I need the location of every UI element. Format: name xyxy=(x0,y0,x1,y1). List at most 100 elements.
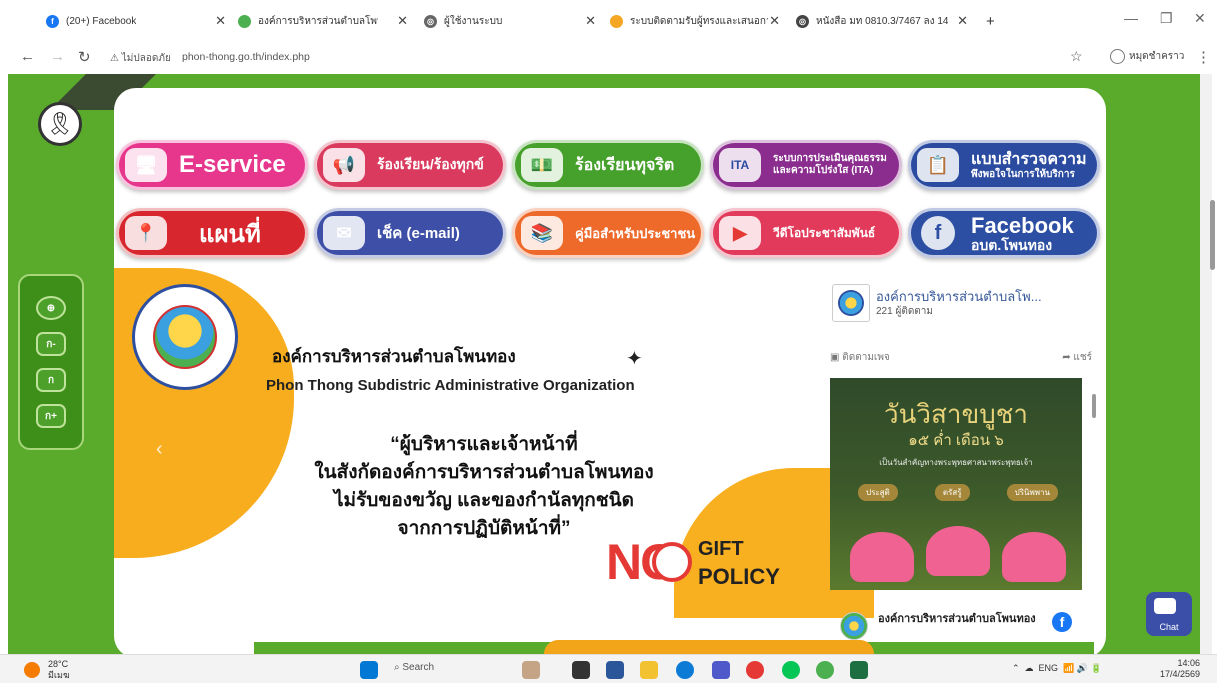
minimize-icon[interactable]: — xyxy=(1124,10,1138,26)
url-field[interactable]: phon-thong.go.th/index.php xyxy=(182,51,310,63)
back-icon[interactable]: ← xyxy=(20,48,35,65)
post-label: ประสูติ xyxy=(858,484,898,501)
start-icon[interactable] xyxy=(360,661,378,679)
temperature: 28°C xyxy=(48,659,69,669)
globe-icon: ◎ xyxy=(424,14,437,28)
button-label: ระบบการประเมินคุณธรรม และความโปร่งใส (IT… xyxy=(773,153,887,177)
button-label: Facebook อบต.โพนทอง xyxy=(971,213,1074,253)
tab-tracking[interactable]: ระบบติดตามรับผู้ทรงและเสนอการประเ ✕ xyxy=(610,8,780,34)
survey-button[interactable]: 📋 แบบสำรวจความ พึงพอใจในการให้บริการ xyxy=(908,140,1100,190)
email-button[interactable]: ✉ เช็ค (e-mail) xyxy=(314,208,506,258)
chat-button[interactable]: Chat xyxy=(1146,592,1192,636)
forward-icon[interactable]: → xyxy=(50,48,65,65)
fb-follow-label: ติดตามเพจ xyxy=(842,352,890,363)
clipboard-icon: 📋 xyxy=(917,148,959,182)
plus-icon: + xyxy=(986,12,995,30)
page-scrollbar-thumb[interactable] xyxy=(1210,200,1215,270)
fb-action-bar: ▣ ติดตามเพจ ➦ แชร์ xyxy=(830,350,1092,365)
lotus-illustration xyxy=(926,526,990,576)
line-icon[interactable] xyxy=(782,661,800,679)
close-icon[interactable]: ✕ xyxy=(585,13,596,29)
facebook-page-button[interactable]: f Facebook อบต.โพนทอง xyxy=(908,208,1100,258)
corruption-report-button[interactable]: 💵 ร้องเรียนทุจริต xyxy=(512,140,704,190)
lotus-illustration xyxy=(1002,532,1066,582)
task-view-icon[interactable] xyxy=(572,661,590,679)
menu-icon[interactable]: ⋮ xyxy=(1196,48,1211,66)
sparkle-icon: ✦ xyxy=(626,348,643,370)
new-tab-button[interactable]: + xyxy=(986,8,1000,34)
post-label: ตรัสรู้ xyxy=(934,484,970,501)
weather-widget[interactable]: 28°C มีเมฆ xyxy=(24,659,70,681)
page-scrollbar[interactable] xyxy=(1200,74,1212,654)
bookmark-star-icon[interactable]: ☆ xyxy=(1070,48,1083,65)
widget-icon[interactable] xyxy=(522,661,540,679)
excel-icon[interactable] xyxy=(850,661,868,679)
accessibility-widget: ⊕ ก- ก ก+ xyxy=(18,274,84,450)
button-label-line1: แบบสำรวจความ xyxy=(971,150,1087,168)
tab-document[interactable]: ◎ หนังสือ มท 0810.3/7467 ลง 14 ✕ xyxy=(796,8,968,34)
megaphone-icon: 📢 xyxy=(323,148,365,182)
org-name-thai: องค์การบริหารส่วนตำบลโพนทอง xyxy=(272,347,516,366)
button-label: ร้องเรียน/ร้องทุกข์ xyxy=(377,156,484,172)
fb-scrollbar[interactable] xyxy=(1090,378,1098,618)
page-thumbnail[interactable] xyxy=(832,284,870,322)
e-service-button[interactable]: 🖥 E-service xyxy=(116,140,308,190)
font-decrease-button[interactable]: ก- xyxy=(36,332,66,356)
fb-post-image[interactable]: วันวิสาขบูชา ๑๕ ค่ำ เดือน ๖ เป็นวันสำคัญ… xyxy=(830,378,1082,590)
teams-icon[interactable] xyxy=(712,661,730,679)
post-caption: เป็นวันสำคัญทางพระพุทธศาสนาพระพุทธเจ้า xyxy=(879,458,1033,467)
edge-icon[interactable] xyxy=(676,661,694,679)
fb-footer-name[interactable]: องค์การบริหารส่วนตำบลโพนทอง xyxy=(878,612,1038,627)
profile-button[interactable]: หมุดชำคราว xyxy=(1110,49,1184,64)
tab-phon-thong[interactable]: องค์การบริหารส่วนตำบลโพนทอง ✕ xyxy=(238,8,408,34)
close-icon[interactable]: ✕ xyxy=(957,13,968,29)
no-gift-policy-logo: NO GIFT POLICY xyxy=(606,528,796,598)
facebook-icon[interactable]: f xyxy=(1052,612,1072,632)
button-label-line2: อบต.โพนทอง xyxy=(971,236,1053,253)
no-gift-icon xyxy=(652,542,692,582)
tab-title: ระบบติดตามรับผู้ทรงและเสนอการประเ xyxy=(630,15,768,27)
browser-tab-strip: f (20+) Facebook ✕ องค์การบริหารส่วนตำบล… xyxy=(0,0,1217,42)
close-icon[interactable]: ✕ xyxy=(215,13,226,29)
facebook-icon: f xyxy=(46,14,59,28)
fb-share-button[interactable]: ➦ แชร์ xyxy=(1062,350,1092,365)
address-bar: ← → ↻ ⚠ ไม่ปลอดภัย phon-thong.go.th/inde… xyxy=(0,42,1217,72)
translate-icon[interactable]: ⊕ xyxy=(36,296,66,320)
language-indicator[interactable]: ENG xyxy=(1039,663,1059,673)
system-tray[interactable]: ⌃ ☁ ENG 📶 🔊 🔋 xyxy=(1012,663,1102,674)
search-label: Search xyxy=(402,662,435,673)
fb-followers: 221 ผู้ติดตาม xyxy=(876,306,934,317)
window-close-icon[interactable]: ✕ xyxy=(1194,10,1206,27)
close-icon[interactable]: ✕ xyxy=(397,13,408,29)
carousel-prev-icon[interactable]: ‹ xyxy=(156,438,163,461)
video-button[interactable]: ▶ วีดีโอประชาสัมพันธ์ xyxy=(710,208,902,258)
file-explorer-icon[interactable] xyxy=(640,661,658,679)
close-icon[interactable]: ✕ xyxy=(769,13,780,29)
map-button[interactable]: 📍 แผนที่ xyxy=(116,208,308,258)
chrome-icon[interactable] xyxy=(816,661,834,679)
fb-follow-button[interactable]: ▣ ติดตามเพจ xyxy=(830,352,890,363)
word-icon[interactable] xyxy=(606,661,624,679)
tab-title: หนังสือ มท 0810.3/7467 ลง 14 xyxy=(816,15,949,27)
complaint-button[interactable]: 📢 ร้องเรียน/ร้องทุกข์ xyxy=(314,140,506,190)
post-label: ปรินิพพาน xyxy=(1006,484,1058,501)
org-name-english: Phon Thong Subdistric Administrative Org… xyxy=(266,377,635,394)
slogan-line: “ผู้บริหารและเจ้าหน้าที่ xyxy=(390,434,578,455)
post-labels: ประสูติ ตรัสรู้ ปรินิพพาน xyxy=(858,484,1058,501)
app-icon[interactable] xyxy=(746,661,764,679)
chat-label: Chat xyxy=(1159,622,1179,632)
clock[interactable]: 14:06 17/4/2569 xyxy=(1160,658,1200,680)
taskbar-search[interactable]: ⌕ Search xyxy=(394,662,434,673)
tab-users[interactable]: ◎ ผู้ใช้งานระบบ ✕ xyxy=(424,8,596,34)
citizen-manual-button[interactable]: 📚 คู่มือสำหรับประชาชน xyxy=(512,208,704,258)
not-secure-label[interactable]: ⚠ ไม่ปลอดภัย xyxy=(110,51,171,66)
restore-icon[interactable]: ❐ xyxy=(1160,10,1173,27)
fb-share-label: แชร์ xyxy=(1073,352,1092,363)
tab-facebook[interactable]: f (20+) Facebook ✕ xyxy=(46,8,226,34)
reload-icon[interactable]: ↻ xyxy=(78,48,91,66)
profile-name: หมุดชำคราว xyxy=(1129,51,1185,62)
font-increase-button[interactable]: ก+ xyxy=(36,404,66,428)
facebook-page-header[interactable]: องค์การบริหารส่วนตำบลโพ... 221 ผู้ติดตาม xyxy=(820,284,1100,328)
font-normal-button[interactable]: ก xyxy=(36,368,66,392)
ita-button[interactable]: ITA ระบบการประเมินคุณธรรม และความโปร่งใส… xyxy=(710,140,902,190)
